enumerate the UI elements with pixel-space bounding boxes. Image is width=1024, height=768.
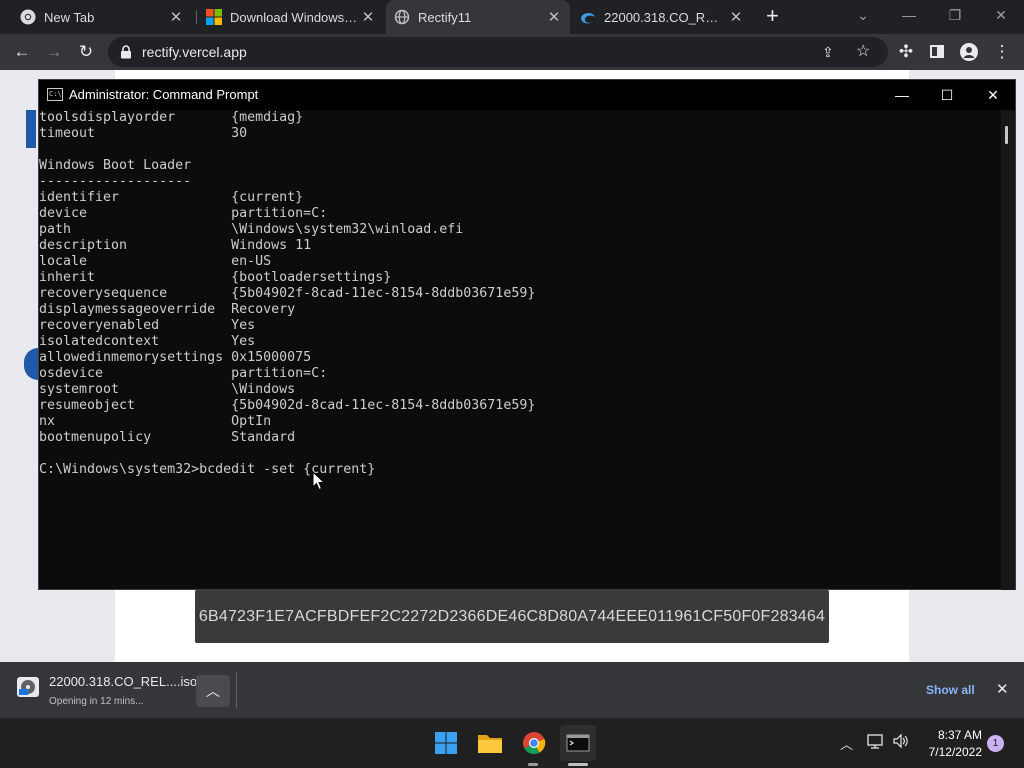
page-accent-bar (26, 110, 36, 148)
shelf-close-icon[interactable]: ✕ (996, 680, 1009, 698)
back-arrow-icon[interactable]: ← (8, 34, 36, 70)
shelf-divider (236, 672, 237, 708)
tray-overflow-chevron-icon[interactable]: ︿ (840, 734, 853, 753)
tab-close-icon[interactable]: ✕ (358, 8, 378, 26)
clock-time[interactable]: 8:37 AM (918, 728, 982, 742)
chrome-icon[interactable] (516, 725, 552, 761)
lock-icon[interactable] (120, 45, 132, 59)
hash-value-box[interactable]: 6B4723F1E7ACFBDFEF2C2272D2366DE46C8D80A7… (195, 590, 829, 643)
tab-iso-download[interactable]: 22000.318.CO_RELEASE ✕ (572, 0, 752, 34)
tab-download-windows[interactable]: Download Windows 10 ✕ (198, 0, 384, 34)
network-icon[interactable] (867, 733, 885, 749)
mouse-cursor-icon (312, 471, 326, 491)
cmd-minimize-button[interactable]: — (879, 80, 925, 110)
reload-icon[interactable]: ↻ (72, 34, 100, 70)
command-prompt-window[interactable]: C:\ Administrator: Command Prompt — ☐ ✕ … (38, 79, 1016, 590)
chrome-running-indicator (528, 763, 538, 766)
url-text[interactable]: rectify.vercel.app (142, 37, 247, 67)
chevron-up-icon[interactable]: ︿ (196, 675, 230, 707)
terminal-active-indicator (568, 763, 588, 766)
tab-new-tab[interactable]: New Tab ✕ (12, 0, 192, 34)
browser-tab-strip: New Tab ✕ Download Windows 10 ✕ Rectify1… (0, 0, 1024, 34)
console-scrollbar[interactable] (1001, 110, 1015, 590)
scrollbar-thumb[interactable] (1005, 126, 1008, 144)
bookmark-star-icon[interactable]: ☆ (856, 37, 870, 67)
download-file-name[interactable]: 22000.318.CO_REL....iso (49, 674, 197, 689)
windows-taskbar: ︿ 8:37 AM 7/12/2022 1 (0, 718, 1024, 768)
chrome-icon (20, 9, 36, 25)
tab-close-icon[interactable]: ✕ (726, 8, 746, 26)
edge-style-icon (581, 12, 595, 24)
download-shelf: 22000.318.CO_REL....iso Opening in 12 mi… (0, 662, 1024, 718)
share-icon[interactable]: ⇪ (822, 37, 834, 67)
extensions-puzzle-icon[interactable]: ✣ (892, 34, 920, 70)
page-button-edge (24, 348, 38, 380)
cmd-app-icon: C:\ (47, 88, 63, 101)
clock-date[interactable]: 7/12/2022 (918, 745, 982, 759)
tab-close-icon[interactable]: ✕ (544, 8, 564, 26)
cmd-maximize-button[interactable]: ☐ (924, 80, 970, 110)
file-explorer-icon[interactable] (472, 725, 508, 761)
tab-title: Download Windows 10 (230, 9, 358, 25)
terminal-glyph-icon (566, 734, 590, 752)
profile-avatar-icon[interactable] (960, 43, 978, 61)
disc-image-file-icon (17, 677, 39, 697)
notification-badge[interactable]: 1 (987, 735, 1004, 752)
new-tab-button[interactable]: + (766, 3, 779, 29)
microsoft-logo-icon (206, 9, 222, 25)
browser-close-button[interactable]: ✕ (978, 0, 1024, 30)
tab-title: Rectify11 (418, 9, 472, 25)
console-command-input[interactable]: bcdedit -set {current} (199, 462, 375, 477)
tab-title: New Tab (44, 9, 95, 25)
address-bar[interactable]: rectify.vercel.app ⇪ ☆ (108, 37, 888, 67)
console-prompt-line[interactable]: C:\Windows\system32>bcdedit -set {curren… (39, 462, 999, 478)
browser-restore-button[interactable]: ❐ (932, 0, 978, 30)
browser-minimize-button[interactable]: — (886, 0, 932, 30)
cmd-window-title: Administrator: Command Prompt (69, 87, 259, 102)
download-status: Opening in 12 mins... (49, 696, 144, 707)
cmd-title-bar[interactable]: C:\ Administrator: Command Prompt — ☐ ✕ (39, 80, 1015, 110)
more-menu-icon[interactable]: ⋮ (988, 34, 1016, 70)
side-panel-icon[interactable] (930, 45, 944, 58)
show-all-link[interactable]: Show all (926, 683, 975, 697)
browser-toolbar: ← → ↻ rectify.vercel.app ⇪ ☆ ✣ ⋮ (0, 34, 1024, 70)
windows-start-icon[interactable] (428, 725, 464, 761)
globe-icon (394, 9, 410, 25)
cmd-close-button[interactable]: ✕ (970, 80, 1016, 110)
console-text: toolsdisplayorder {memdiag} timeout 30 W… (39, 110, 536, 445)
tab-rectify11[interactable]: Rectify11 ✕ (386, 0, 570, 34)
tab-divider (196, 10, 197, 24)
tab-close-icon[interactable]: ✕ (166, 8, 186, 26)
console-prompt: C:\Windows\system32> (39, 462, 200, 477)
forward-arrow-icon[interactable]: → (40, 34, 68, 70)
console-output[interactable]: toolsdisplayorder {memdiag} timeout 30 W… (39, 110, 999, 590)
terminal-icon[interactable] (560, 725, 596, 761)
volume-icon[interactable] (892, 733, 910, 749)
tab-search-chevron-icon[interactable]: ⌄ (840, 0, 886, 30)
tab-title: 22000.318.CO_RELEASE (604, 9, 726, 25)
